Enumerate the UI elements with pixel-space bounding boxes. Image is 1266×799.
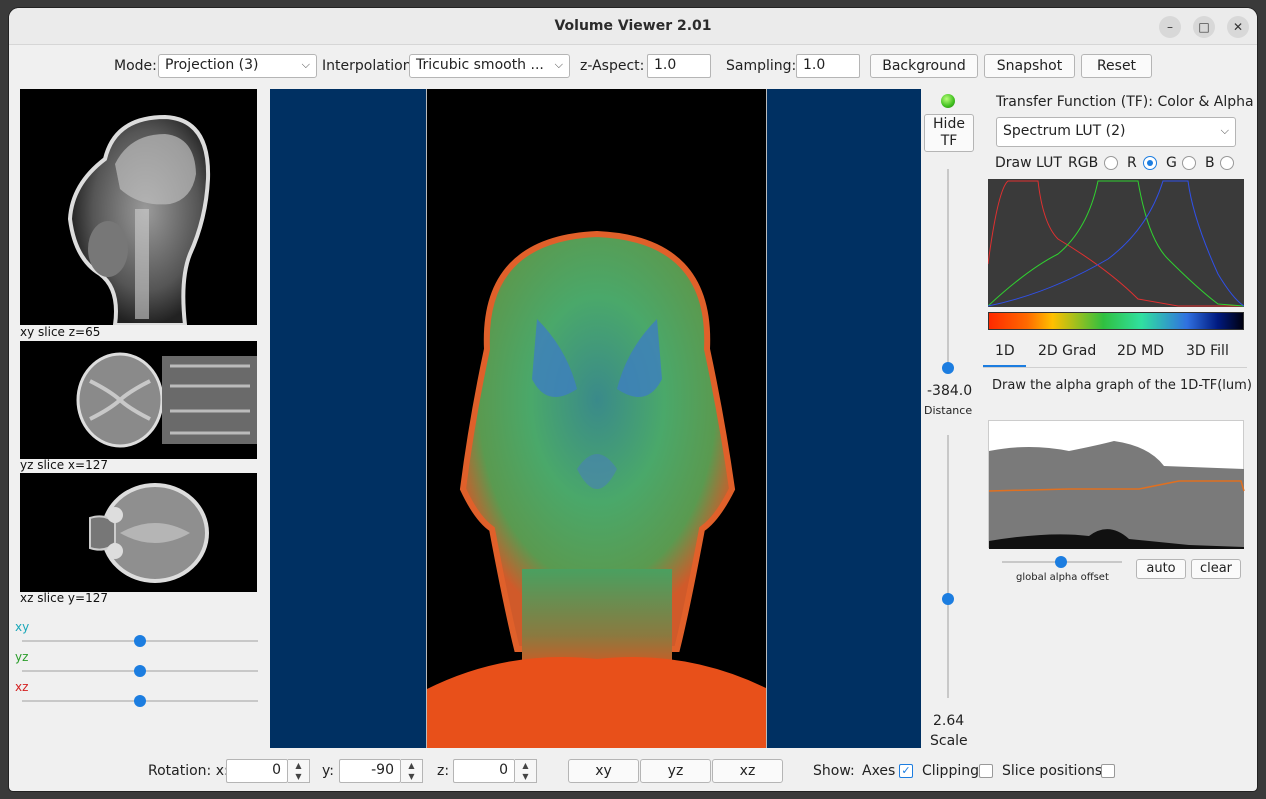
distance-value: -384.0 [927,383,973,399]
tab-3d-fill[interactable]: 3D Fill [1186,343,1229,359]
rotation-x-field[interactable]: 0 [226,759,288,783]
scale-value: 2.64 [933,713,965,729]
rotation-z-spinner[interactable]: ▲ ▼ [515,759,537,783]
reset-button[interactable]: Reset [1081,54,1152,78]
coronal-mri-image [89,483,209,583]
zaspect-field[interactable]: 1.0 [647,54,711,78]
yz-slider-label: yz [15,650,29,664]
window-title: Volume Viewer 2.01 [554,18,712,34]
channel-r-label: R [1127,155,1137,171]
close-icon[interactable]: ✕ [1227,16,1249,38]
alpha-histogram-graphic [988,441,1245,549]
minimize-icon[interactable]: – [1159,16,1181,38]
distance-slider-track[interactable] [947,169,949,369]
lut-graph[interactable] [987,179,1245,307]
sampling-field[interactable]: 1.0 [796,54,860,78]
toolbar: Mode: Projection (3) ⌵ Interpolation: Tr… [9,54,1257,80]
xy-slice-image[interactable] [20,89,257,325]
channel-b-radio[interactable] [1220,156,1234,170]
rotation-z-label: z: [437,763,450,779]
rotation-x-spinner[interactable]: ▲ ▼ [288,759,310,783]
volume-render[interactable] [426,89,767,748]
tf-heading: Transfer Function (TF): Color & Alpha [996,94,1254,110]
title-bar: Volume Viewer 2.01 – □ ✕ [9,8,1257,45]
clipping-label: Clipping [922,763,979,779]
sampling-label: Sampling: [726,58,797,74]
chevron-down-icon: ⌵ [301,58,310,71]
channel-b-label: B [1205,155,1215,171]
show-label: Show: [813,763,855,779]
scale-slider-knob[interactable] [942,593,954,605]
channel-r-radio[interactable] [1143,156,1157,170]
zaspect-label: z-Aspect: [580,58,645,74]
rotation-y-field[interactable]: -90 [339,759,401,783]
mode-label: Mode: [114,58,157,74]
channel-rgb-label: RGB [1068,155,1099,171]
alpha-graph[interactable] [988,420,1245,549]
yz-slice-caption: yz slice x=127 [20,458,108,472]
axes-checkbox[interactable]: ✓ [899,764,913,778]
tab-divider [983,367,1247,368]
slice-positions-label: Slice positions [1002,763,1103,779]
interpolation-select-value: Tricubic smooth ... [416,57,544,73]
background-button[interactable]: Background [870,54,978,78]
axes-label: Axes [862,763,896,779]
xz-slice-image[interactable] [20,473,257,592]
lut-curves-graphic [987,180,1245,307]
tab-1d[interactable]: 1D [995,343,1015,359]
sagittal-mri-image [67,114,211,325]
tab-2d-grad[interactable]: 2D Grad [1038,343,1096,359]
channel-g-radio[interactable] [1182,156,1196,170]
tab-2d-md[interactable]: 2D MD [1117,343,1164,359]
global-alpha-label: global alpha offset [1016,572,1109,583]
chevron-down-icon: ⌵ [1220,124,1229,137]
xz-slice-caption: xz slice y=127 [20,591,108,605]
view-xy-button[interactable]: xy [568,759,639,783]
xz-slider-knob[interactable] [134,695,146,707]
axial-mri-image [76,352,257,448]
draw-lut-label: Draw LUT [995,155,1062,171]
rotation-y-spinner[interactable]: ▲ ▼ [401,759,423,783]
interpolation-label: Interpolation: [322,58,417,74]
distance-slider-knob[interactable] [942,362,954,374]
xy-slider-knob[interactable] [134,635,146,647]
chevron-down-icon: ⌵ [554,58,563,71]
auto-button[interactable]: auto [1136,559,1186,579]
interpolation-select[interactable]: Tricubic smooth ... ⌵ [409,54,570,78]
head-volume-render-image [427,230,766,748]
hide-tf-button[interactable]: Hide TF [924,114,974,152]
view-yz-button[interactable]: yz [640,759,711,783]
slice-positions-checkbox[interactable] [1101,764,1115,778]
yz-slider-knob[interactable] [134,665,146,677]
rotation-label: Rotation: x: [148,763,229,779]
snapshot-button[interactable]: Snapshot [984,54,1075,78]
clipping-checkbox[interactable] [979,764,993,778]
xy-slice-caption: xy slice z=65 [20,325,101,339]
xy-slider-label: xy [15,620,30,634]
global-alpha-slider-knob[interactable] [1055,556,1067,568]
status-led [941,94,955,108]
volume-viewport[interactable] [270,89,921,748]
xz-slider-label: xz [15,680,29,694]
clear-button[interactable]: clear [1191,559,1241,579]
mode-select[interactable]: Projection (3) ⌵ [158,54,317,78]
yz-slice-image[interactable] [20,341,257,459]
maximize-icon[interactable]: □ [1193,16,1215,38]
view-xz-button[interactable]: xz [712,759,783,783]
alpha-hint-text: Draw the alpha graph of the 1D-TF(lum) [992,378,1252,393]
lut-select-value: Spectrum LUT (2) [1003,123,1126,139]
lut-color-bar [988,312,1244,330]
scale-slider-track[interactable] [947,435,949,698]
distance-label: Distance [924,404,973,417]
scale-label: Scale [930,733,968,749]
lut-select[interactable]: Spectrum LUT (2) ⌵ [996,117,1236,147]
app-window: Volume Viewer 2.01 – □ ✕ Mode: Projectio… [9,8,1257,791]
channel-g-label: G [1166,155,1177,171]
rotation-y-label: y: [322,763,334,779]
mode-select-value: Projection (3) [165,57,259,73]
rotation-z-field[interactable]: 0 [453,759,515,783]
channel-rgb-radio[interactable] [1104,156,1118,170]
